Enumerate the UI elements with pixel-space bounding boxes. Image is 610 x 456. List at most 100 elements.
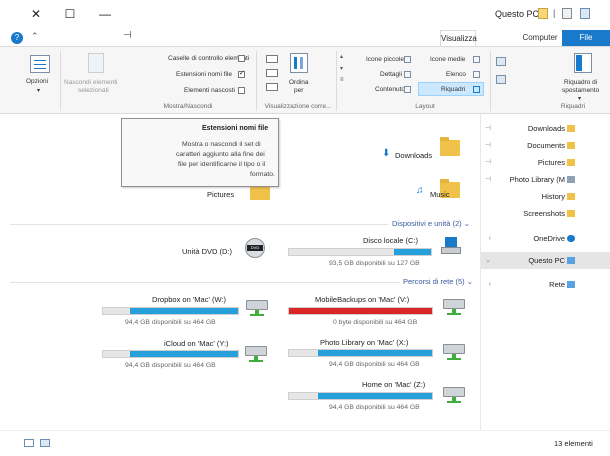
chevron-down-icon[interactable]: ⌄ <box>485 252 491 269</box>
help-icon[interactable]: ? <box>11 32 23 44</box>
nav-item-documents[interactable]: Documents ⊣ <box>481 137 610 154</box>
drive-name-c[interactable]: Disco locale (C:) <box>363 236 418 245</box>
section-header-devices[interactable]: Dispositivi e unità (2) ⌄ <box>392 219 470 228</box>
drive-name-z[interactable]: Home on 'Mac' (Z:) <box>362 380 425 389</box>
separator-icon: | <box>553 8 556 18</box>
layout-scroll-down-icon[interactable]: ▾ <box>340 65 343 72</box>
quick-access-icon[interactable] <box>580 8 590 19</box>
drive-usage-bar-v <box>288 307 433 315</box>
drive-usage-bar-w <box>102 307 239 315</box>
nav-label: Rete <box>549 280 565 289</box>
list-option[interactable]: Elenco <box>446 71 466 78</box>
close-icon[interactable]: ✕ <box>28 6 44 22</box>
details-view-icon[interactable] <box>24 439 34 447</box>
maximize-icon[interactable]: ☐ <box>62 6 78 22</box>
drive-free-x: 94,4 GB disponibili su 464 GB <box>329 361 420 368</box>
tab-file[interactable]: File <box>562 30 610 46</box>
chevron-left-icon[interactable]: ‹ <box>489 276 491 293</box>
folder-label-pictures[interactable]: Pictures <box>207 190 234 199</box>
status-bar: 13 elementi <box>0 430 610 456</box>
folder-icon <box>567 142 575 149</box>
network-drive-icon[interactable] <box>246 300 268 316</box>
drive-usage-fill-z <box>318 393 432 399</box>
tab-view[interactable]: Visualizza <box>440 30 477 46</box>
file-extensions-checkbox[interactable] <box>238 69 245 78</box>
tiles-view-icon[interactable] <box>40 439 50 447</box>
windows-drive-icon[interactable] <box>441 237 461 255</box>
folder-label-music[interactable]: Music <box>430 190 450 199</box>
small-icons-option[interactable]: Icone piccole <box>366 56 404 63</box>
show-hide-group-label: Mostra/Nascondi <box>163 103 213 110</box>
section-title-network: Percorsi di rete (5) <box>403 277 465 286</box>
tab-computer[interactable]: Computer <box>520 30 560 46</box>
nav-item-onedrive[interactable]: OneDrive ‹ <box>481 230 610 247</box>
navigation-pane-button-line2[interactable]: spostamento <box>562 87 599 94</box>
nav-item-network[interactable]: Rete ‹ <box>481 276 610 293</box>
drive-name-x[interactable]: Photo Library on 'Mac' (X:) <box>320 338 408 347</box>
network-icon <box>567 281 575 288</box>
sort-by-button[interactable]: Ordina <box>289 79 309 86</box>
collapse-ribbon-icon[interactable]: ⌃ <box>31 31 39 42</box>
options-icon[interactable] <box>30 55 50 73</box>
group-by-icon[interactable] <box>266 55 278 63</box>
pin-icon[interactable]: ⊣ <box>123 30 132 41</box>
drive-name-w[interactable]: Dropbox on 'Mac' (W:) <box>152 295 226 304</box>
nav-item-history[interactable]: History <box>481 188 610 205</box>
item-checkboxes-checkbox[interactable] <box>238 55 245 62</box>
network-drive-icon[interactable] <box>245 346 267 362</box>
medium-icons-option[interactable]: Icone medie <box>430 56 465 63</box>
details-pane-icon[interactable] <box>496 57 506 66</box>
nav-item-downloads[interactable]: Downloads ⊣ <box>481 120 610 137</box>
computer-icon <box>567 257 575 264</box>
tiles-option[interactable]: Riquadri <box>418 82 484 96</box>
file-extensions-label: Estensioni nomi file <box>176 71 232 78</box>
chevron-left-icon[interactable]: ‹ <box>489 230 491 247</box>
minimize-icon[interactable]: — <box>97 6 113 22</box>
nav-item-screenshots[interactable]: Screenshots <box>481 205 610 222</box>
item-count: 13 elementi <box>554 439 593 448</box>
network-drive-icon[interactable] <box>443 299 465 315</box>
options-button[interactable]: Opzioni <box>26 78 48 85</box>
content-option[interactable]: Contenuto <box>375 86 405 93</box>
drive-name-d[interactable]: Unità DVD (D:) <box>182 247 232 256</box>
properties-icon[interactable] <box>562 8 572 19</box>
drive-free-z: 94,4 GB disponibili su 464 GB <box>329 404 420 411</box>
sort-by-icon[interactable] <box>290 53 308 73</box>
file-extensions-tooltip: Estensioni nomi file Mostra o nascondi i… <box>121 118 279 187</box>
ribbon: Opzioni ▾ Nascondi elementi selezionati … <box>0 46 610 114</box>
downloads-folder-icon[interactable] <box>440 137 460 156</box>
panes-group-label: Riquadri <box>560 103 586 110</box>
drive-free-w: 94,4 GB disponibili su 464 GB <box>125 319 216 326</box>
dvd-drive-icon[interactable]: DVD <box>245 238 265 258</box>
drive-name-v[interactable]: MobileBackups on 'Mac' (V:) <box>315 295 409 304</box>
nav-label: Pictures <box>537 158 565 167</box>
sort-by-button-line2[interactable]: per <box>294 87 303 94</box>
section-divider <box>10 282 400 283</box>
drive-usage-fill-w <box>130 308 238 314</box>
details-option[interactable]: Dettagli <box>380 71 402 78</box>
tooltip-line: caratteri aggiunto alla fine dei <box>176 151 265 158</box>
section-header-network[interactable]: Percorsi di rete (5) ⌄ <box>403 277 473 286</box>
chevron-down-icon: ⌄ <box>466 277 474 286</box>
nav-item-this-pc[interactable]: Questo PC ⌄ <box>481 252 610 269</box>
content-icon <box>404 86 411 93</box>
folder-icon <box>567 210 575 217</box>
add-columns-icon[interactable] <box>266 69 278 77</box>
preview-pane-icon[interactable] <box>496 75 506 84</box>
drive-name-y[interactable]: iCloud on 'Mac' (Y:) <box>164 339 229 348</box>
nav-item-pictures[interactable]: Pictures ⊣ <box>481 154 610 171</box>
layout-more-icon[interactable]: ≡ <box>340 77 344 83</box>
nav-item-photo-library[interactable]: Photo Library (M ⊣ <box>481 171 610 188</box>
layout-scroll-up-icon[interactable]: ▴ <box>340 53 343 60</box>
navigation-pane-button[interactable]: Riquadro di <box>564 79 597 86</box>
network-drive-icon[interactable] <box>443 387 465 403</box>
network-drive-icon <box>567 176 575 183</box>
fit-columns-icon[interactable] <box>266 83 278 91</box>
drive-usage-fill-x <box>318 350 432 356</box>
network-drive-icon[interactable] <box>443 344 465 360</box>
folder-icon <box>567 125 575 132</box>
hidden-items-checkbox[interactable] <box>238 87 245 94</box>
section-title-devices: Dispositivi e unità (2) <box>392 219 462 228</box>
navigation-pane-icon[interactable] <box>574 53 592 73</box>
folder-label-downloads[interactable]: Downloads <box>395 151 432 160</box>
